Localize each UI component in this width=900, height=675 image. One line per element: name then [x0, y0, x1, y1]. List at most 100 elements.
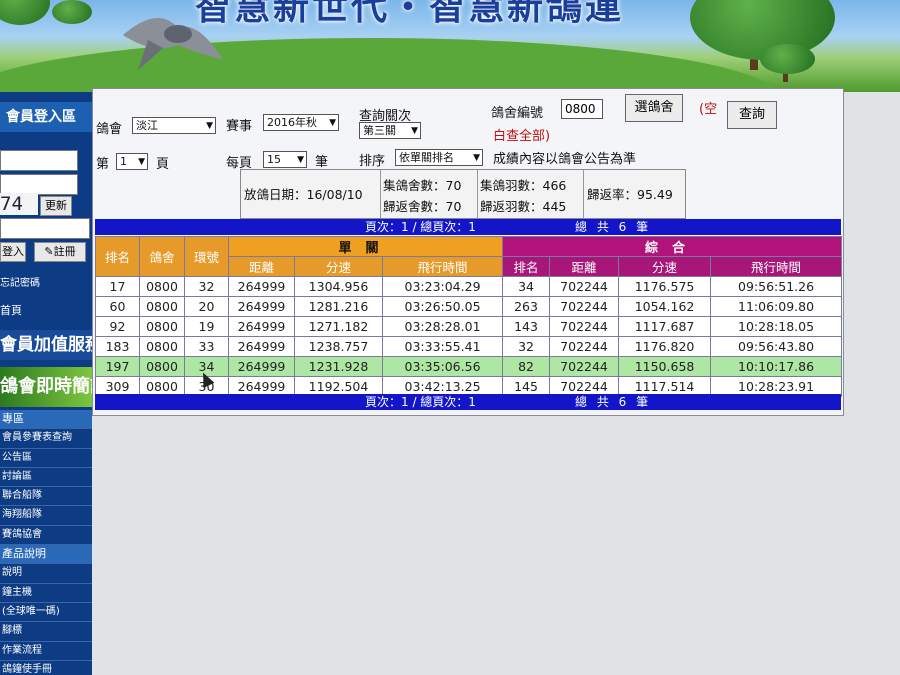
- total-count: 總 共 6 筆: [575, 395, 652, 409]
- per-page-select[interactable]: 15 ▼: [263, 151, 307, 168]
- page-info: 頁次：1 / 總頁次：1: [365, 395, 476, 409]
- cell-flight-time: 03:28:28.01: [381, 316, 504, 337]
- cell-ring: 19: [184, 316, 229, 337]
- menu-item[interactable]: 腳標: [0, 622, 92, 642]
- register-label: 註冊: [53, 245, 76, 258]
- banner-tree-small: [52, 0, 92, 24]
- return-rate: 歸返率：95.49: [587, 187, 673, 202]
- race-select[interactable]: 2016年秋 ▼: [263, 114, 339, 131]
- captcha-image: 74: [0, 193, 38, 215]
- page-info: 頁次：1 / 總頁次：1: [365, 220, 476, 234]
- query-stage-value: 第三關: [363, 124, 396, 137]
- query-stage-select[interactable]: 第三關 ▼: [359, 122, 421, 139]
- disclaimer-text: 成績內容以鴿會公告為準: [493, 152, 637, 167]
- menu-item[interactable]: 賽鴿協會: [0, 526, 92, 546]
- chevron-down-icon: ▼: [297, 155, 304, 165]
- choose-loft-button[interactable]: 選鴿舍: [625, 94, 683, 122]
- hint-empty-all: 白查全部): [493, 129, 551, 144]
- menu-item[interactable]: 鐘主機: [0, 584, 92, 603]
- cell-loft: 0800: [139, 356, 185, 377]
- vip-service-banner[interactable]: 會員加值服務: [0, 330, 92, 360]
- group-single-stage: 單關: [227, 236, 504, 257]
- sidebar-menu: 專區 會員參賽表查詢 公告區 討論區 聯合船隊 海翔船隊 賽鴿協會 產品說明 說…: [0, 410, 92, 675]
- page-unit: 頁: [156, 157, 170, 172]
- results-panel: 鴿會 淡江 ▼ 賽事 2016年秋 ▼ 查詢關次 第三關 ▼ 鴿舍編號 0800 選鴿…: [92, 88, 844, 416]
- table-row[interactable]: 92 0800 19 264999 1271.182 03:28:28.01 1…: [95, 316, 843, 337]
- menu-item[interactable]: 討論區: [0, 468, 92, 488]
- menu-item[interactable]: 說明: [0, 564, 92, 584]
- cell-distance: 264999: [228, 316, 295, 337]
- cell-combined-distance: 702244: [549, 356, 620, 377]
- cell-ring: 32: [184, 276, 229, 297]
- banner-title: 智慧新世代・智慧新鴿運: [195, 0, 625, 28]
- cell-combined-distance: 702244: [549, 336, 620, 357]
- menu-item[interactable]: 產品說明: [0, 545, 92, 565]
- table-row[interactable]: 60 0800 20 264999 1281.216 03:26:50.05 2…: [95, 296, 843, 317]
- captcha-input[interactable]: [0, 218, 90, 239]
- col-combined-distance: 距離: [549, 256, 620, 277]
- cell-speed: 1238.757: [294, 336, 383, 357]
- col-distance: 距離: [228, 256, 295, 277]
- menu-item[interactable]: 會員參賽表查詢: [0, 429, 92, 449]
- menu-item[interactable]: 海翔船隊: [0, 506, 92, 526]
- password-input[interactable]: [0, 174, 78, 195]
- sort-select-value: 依單關排名: [399, 151, 454, 164]
- cell-combined-speed: 1054.162: [618, 296, 712, 317]
- menu-item[interactable]: 鴿鐘使手冊: [0, 661, 92, 675]
- cell-ring: 33: [184, 336, 229, 357]
- divider: [380, 170, 381, 218]
- cell-combined-distance: 702244: [549, 296, 620, 317]
- collected-bird-count: 集鴿羽數：466: [480, 178, 567, 193]
- forgot-password-link[interactable]: 忘記密碼: [0, 274, 40, 289]
- cell-combined-rank: 34: [502, 276, 551, 297]
- menu-item[interactable]: 作業流程: [0, 642, 92, 661]
- chevron-down-icon: ▼: [329, 118, 336, 128]
- refresh-captcha-button[interactable]: 更新: [40, 196, 72, 216]
- loft-number-label: 鴿舍編號: [491, 106, 544, 121]
- col-combined-rank: 排名: [502, 256, 551, 277]
- cell-flight-time: 03:35:06.56: [381, 356, 504, 377]
- cell-flight-time: 03:33:55.41: [381, 336, 504, 357]
- menu-item[interactable]: 專區: [0, 410, 92, 430]
- club-news-banner[interactable]: 鴿會即時簡訊: [0, 367, 92, 407]
- home-link[interactable]: 首頁: [0, 302, 22, 318]
- cell-speed: 1231.928: [294, 356, 383, 377]
- collected-loft-count: 集鴿舍數：70: [383, 178, 462, 193]
- page-select-value: 1: [120, 155, 127, 168]
- table-row[interactable]: 183 0800 33 264999 1238.757 03:33:55.41 …: [95, 336, 843, 357]
- cell-distance: 264999: [228, 356, 295, 377]
- menu-item[interactable]: (全球唯一碼): [0, 603, 92, 623]
- cell-distance: 264999: [228, 336, 295, 357]
- site-banner: 智慧新世代・智慧新鴿運: [0, 0, 900, 92]
- total-count: 總 共 6 筆: [575, 220, 652, 234]
- sort-select[interactable]: 依單關排名 ▼: [395, 149, 483, 166]
- cell-speed: 1281.216: [294, 296, 383, 317]
- login-button[interactable]: 登入: [0, 242, 26, 262]
- cell-combined-speed: 1150.658: [618, 356, 712, 377]
- cell-ring: 20: [184, 296, 229, 317]
- register-icon: ✎: [44, 245, 54, 258]
- per-page-unit: 筆: [315, 155, 329, 170]
- cell-rank: 197: [95, 356, 140, 377]
- menu-item[interactable]: 公告區: [0, 449, 92, 468]
- club-select[interactable]: 淡江 ▼: [132, 117, 216, 134]
- login-title: 會員登入區: [0, 102, 92, 132]
- cell-flight-time: 03:26:50.05: [381, 296, 504, 317]
- release-date: 放鴿日期：16/08/10: [244, 187, 363, 202]
- query-button[interactable]: 查詢: [727, 101, 777, 129]
- register-button[interactable]: ✎註冊: [34, 242, 86, 262]
- divider: [583, 170, 584, 218]
- page-select[interactable]: 1 ▼: [116, 153, 148, 170]
- race-summary-box: 放鴿日期：16/08/10 集鴿舍數：70 歸返舍數：70 集鴿羽數：466 歸…: [240, 169, 686, 219]
- cell-combined-flight-time: 10:10:17.86: [710, 356, 843, 377]
- cell-flight-time: 03:23:04.29: [381, 276, 504, 297]
- cell-rank: 17: [95, 276, 140, 297]
- table-row[interactable]: 17 0800 32 264999 1304.956 03:23:04.29 3…: [95, 276, 843, 297]
- loft-number-input[interactable]: 0800: [561, 99, 603, 119]
- menu-item[interactable]: 聯合船隊: [0, 487, 92, 507]
- club-select-value: 淡江: [136, 119, 158, 132]
- col-combined-speed: 分速: [618, 256, 712, 277]
- cell-combined-flight-time: 10:28:18.05: [710, 316, 843, 337]
- username-input[interactable]: [0, 150, 78, 171]
- chevron-down-icon: ▼: [473, 153, 480, 163]
